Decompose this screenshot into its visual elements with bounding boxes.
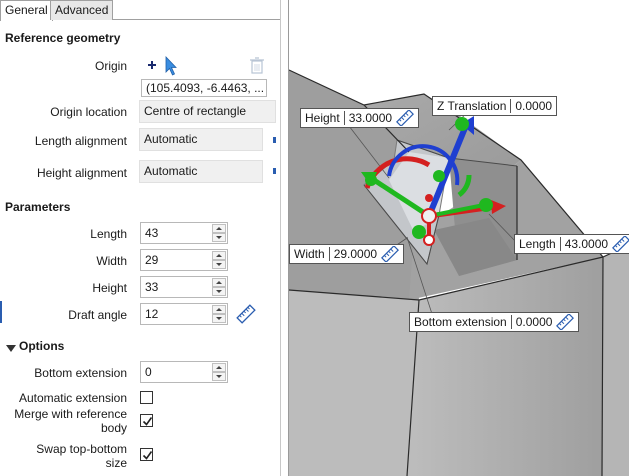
- section-reference-geometry: Reference geometry: [5, 31, 121, 45]
- delete-origin-button[interactable]: [249, 56, 265, 74]
- height-alignment-label: Height alignment: [36, 166, 127, 180]
- width-dimension-tag[interactable]: Width 29.0000: [289, 244, 405, 264]
- origin-coordinates-field[interactable]: (105.4093, -6.4463, ...: [141, 79, 267, 97]
- length-alignment-label: Length alignment: [34, 134, 127, 148]
- trash-icon: [250, 57, 264, 74]
- merge-label-line-2: body: [100, 421, 127, 435]
- height-alignment-marker: [273, 168, 276, 174]
- bottom-extension-input[interactable]: 0: [140, 361, 228, 383]
- right-end-face: [602, 245, 629, 476]
- width-label: Width: [96, 254, 127, 268]
- automatic-extension-checkbox[interactable]: [140, 391, 153, 404]
- bottom-extension-tag-value: 0.0000: [515, 315, 553, 329]
- z-translation-tag[interactable]: Z Translation 0.0000: [432, 96, 558, 116]
- origin-location-label: Origin location: [50, 105, 127, 119]
- length-value: 43: [145, 226, 159, 240]
- options-collapse-toggle[interactable]: [6, 342, 16, 352]
- ruler-icon: [556, 314, 575, 330]
- 3d-viewport[interactable]: Height 33.0000 Z Translation 0.0000 Width 2…: [289, 0, 629, 476]
- height-dimension-tag[interactable]: Height 33.0000: [300, 108, 420, 128]
- measure-draft-button[interactable]: [236, 304, 256, 324]
- width-decrement-button[interactable]: [212, 260, 226, 269]
- bottom-extension-decrement-button[interactable]: [212, 372, 226, 381]
- height-alignment-dropdown[interactable]: Automatic: [139, 160, 263, 183]
- merge-with-reference-label: Merge with reference body: [0, 407, 127, 435]
- merge-with-reference-checkbox[interactable]: [140, 414, 153, 427]
- tab-general[interactable]: General: [0, 0, 53, 21]
- length-input[interactable]: 43: [140, 222, 228, 244]
- bottom-extension-name: Bottom extension: [414, 315, 507, 329]
- ruler-icon: [236, 304, 256, 324]
- draft-angle-label: Draft angle: [68, 308, 127, 322]
- length-decrement-button[interactable]: [212, 233, 226, 242]
- swap-top-bottom-label: Swap top-bottom size: [0, 442, 127, 470]
- height-dimension-name: Height: [305, 111, 340, 125]
- automatic-extension-label: Automatic extension: [18, 391, 127, 405]
- draft-angle-input[interactable]: 12: [140, 303, 228, 325]
- height-increment-button[interactable]: [212, 278, 226, 287]
- checkmark-icon: [142, 417, 153, 426]
- bottom-extension-tag[interactable]: Bottom extension 0.0000: [409, 312, 580, 332]
- length-alignment-marker: [273, 137, 276, 143]
- bottom-extension-increment-button[interactable]: [212, 363, 226, 372]
- z-translation-name: Z Translation: [437, 99, 507, 113]
- swap-top-bottom-checkbox[interactable]: [140, 448, 153, 461]
- length-label: Length: [90, 227, 127, 241]
- add-cursor-icon: [148, 56, 177, 76]
- origin-location-dropdown[interactable]: Centre of rectangle: [139, 100, 276, 123]
- height-label: Height: [92, 281, 127, 295]
- ruler-icon: [396, 110, 415, 126]
- width-increment-button[interactable]: [212, 251, 226, 260]
- length-alignment-dropdown[interactable]: Automatic: [139, 128, 263, 151]
- merge-label-line-1: Merge with reference: [14, 407, 127, 421]
- z-translation-value: 0.0000: [515, 99, 553, 113]
- section-parameters: Parameters: [5, 200, 71, 214]
- height-value: 33: [145, 280, 159, 294]
- width-value: 29: [145, 253, 159, 267]
- swap-label-line-1: Swap top-bottom: [36, 442, 127, 456]
- width-dimension-value: 29.0000: [333, 247, 378, 261]
- checkmark-icon: [142, 451, 153, 460]
- section-options: Options: [19, 339, 65, 353]
- length-dimension-tag[interactable]: Length 43.0000: [514, 234, 629, 254]
- front-left-face: [289, 290, 419, 476]
- ruler-icon: [381, 246, 400, 262]
- bottom-extension-value: 0: [145, 365, 152, 379]
- origin-label: Origin: [94, 59, 127, 73]
- pick-origin-button[interactable]: [147, 55, 179, 77]
- width-input[interactable]: 29: [140, 249, 228, 271]
- properties-panel: General Advanced Reference geometry Orig…: [0, 0, 280, 476]
- draft-angle-decrement-button[interactable]: [212, 314, 226, 323]
- bottom-extension-label: Bottom extension: [34, 366, 127, 380]
- swap-label-line-2: size: [105, 456, 127, 470]
- tab-bar: General Advanced: [0, 0, 280, 21]
- height-input[interactable]: 33: [140, 276, 228, 298]
- tab-advanced[interactable]: Advanced: [50, 0, 114, 20]
- draft-angle-increment-button[interactable]: [212, 305, 226, 314]
- draft-angle-value: 12: [145, 307, 159, 321]
- triangle-down-icon: [6, 345, 16, 352]
- height-decrement-button[interactable]: [212, 287, 226, 296]
- length-increment-button[interactable]: [212, 224, 226, 233]
- height-dimension-value: 33.0000: [348, 111, 393, 125]
- length-dimension-value: 43.0000: [564, 237, 609, 251]
- width-dimension-name: Width: [294, 247, 325, 261]
- ruler-icon: [612, 236, 629, 252]
- panel-splitter[interactable]: [280, 0, 289, 476]
- length-dimension-name: Length: [519, 237, 556, 251]
